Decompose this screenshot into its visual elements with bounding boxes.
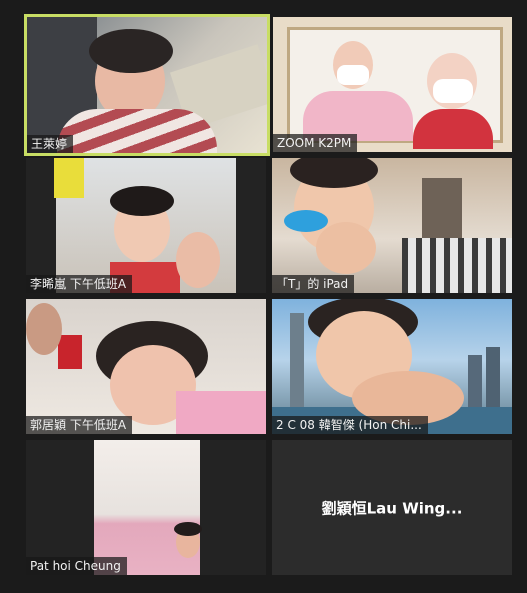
participant-name-label: 王萊婷 — [27, 135, 74, 153]
child-body — [57, 109, 217, 153]
older-child-face — [26, 303, 62, 355]
participant-video — [27, 17, 267, 153]
child-outfit — [413, 109, 493, 149]
participant-video — [26, 440, 266, 575]
participant-tile-6[interactable]: 2 C 08 韓智傑 (Hon Chi... — [272, 299, 512, 434]
participant-name-label: 「T」的 iPad — [272, 275, 355, 293]
striped-shirt — [402, 238, 512, 293]
participant-video — [26, 299, 266, 434]
participant-name-centered: 劉穎恒Lau Wing... — [321, 499, 463, 517]
blue-toy — [284, 210, 328, 232]
participant-tile-2[interactable]: ZOOM K2PM — [273, 17, 512, 152]
participant-tile-7[interactable]: Pat hoi Cheung — [26, 440, 266, 575]
participant-name-label: 李晞嵐 下午低班A — [26, 275, 133, 293]
child-mask — [433, 79, 473, 103]
video-gallery-grid: 王萊婷 ZOOM K2PM 李晞嵐 下午低班A 「T」的 iPad 郭居穎 下午… — [0, 0, 527, 593]
participant-video — [272, 158, 512, 293]
participant-name-label: Pat hoi Cheung — [26, 557, 127, 575]
skyline-building — [468, 355, 482, 415]
participant-video — [26, 158, 266, 293]
pink-sleeve — [176, 391, 266, 434]
participant-name-label: 2 C 08 韓智傑 (Hon Chi... — [272, 416, 428, 434]
hand — [176, 232, 220, 288]
participant-tile-8[interactable]: 劉穎恒Lau Wing... — [272, 440, 512, 575]
child-hair — [110, 186, 174, 216]
child-hair — [174, 522, 202, 536]
hand — [316, 222, 376, 274]
participant-tile-1[interactable]: 王萊婷 — [24, 14, 270, 156]
participant-tile-3[interactable]: 李晞嵐 下午低班A — [26, 158, 266, 293]
participant-video — [273, 17, 512, 152]
participant-tile-4[interactable]: 「T」的 iPad — [272, 158, 512, 293]
teacher-mask — [337, 65, 369, 85]
red-decoration — [58, 335, 82, 369]
participant-name-label: 郭居穎 下午低班A — [26, 416, 133, 434]
participant-tile-5[interactable]: 郭居穎 下午低班A — [26, 299, 266, 434]
child-hair — [89, 29, 173, 73]
participant-name-label: ZOOM K2PM — [273, 134, 358, 152]
yellow-sleeve — [54, 158, 84, 198]
participant-video — [272, 299, 512, 434]
